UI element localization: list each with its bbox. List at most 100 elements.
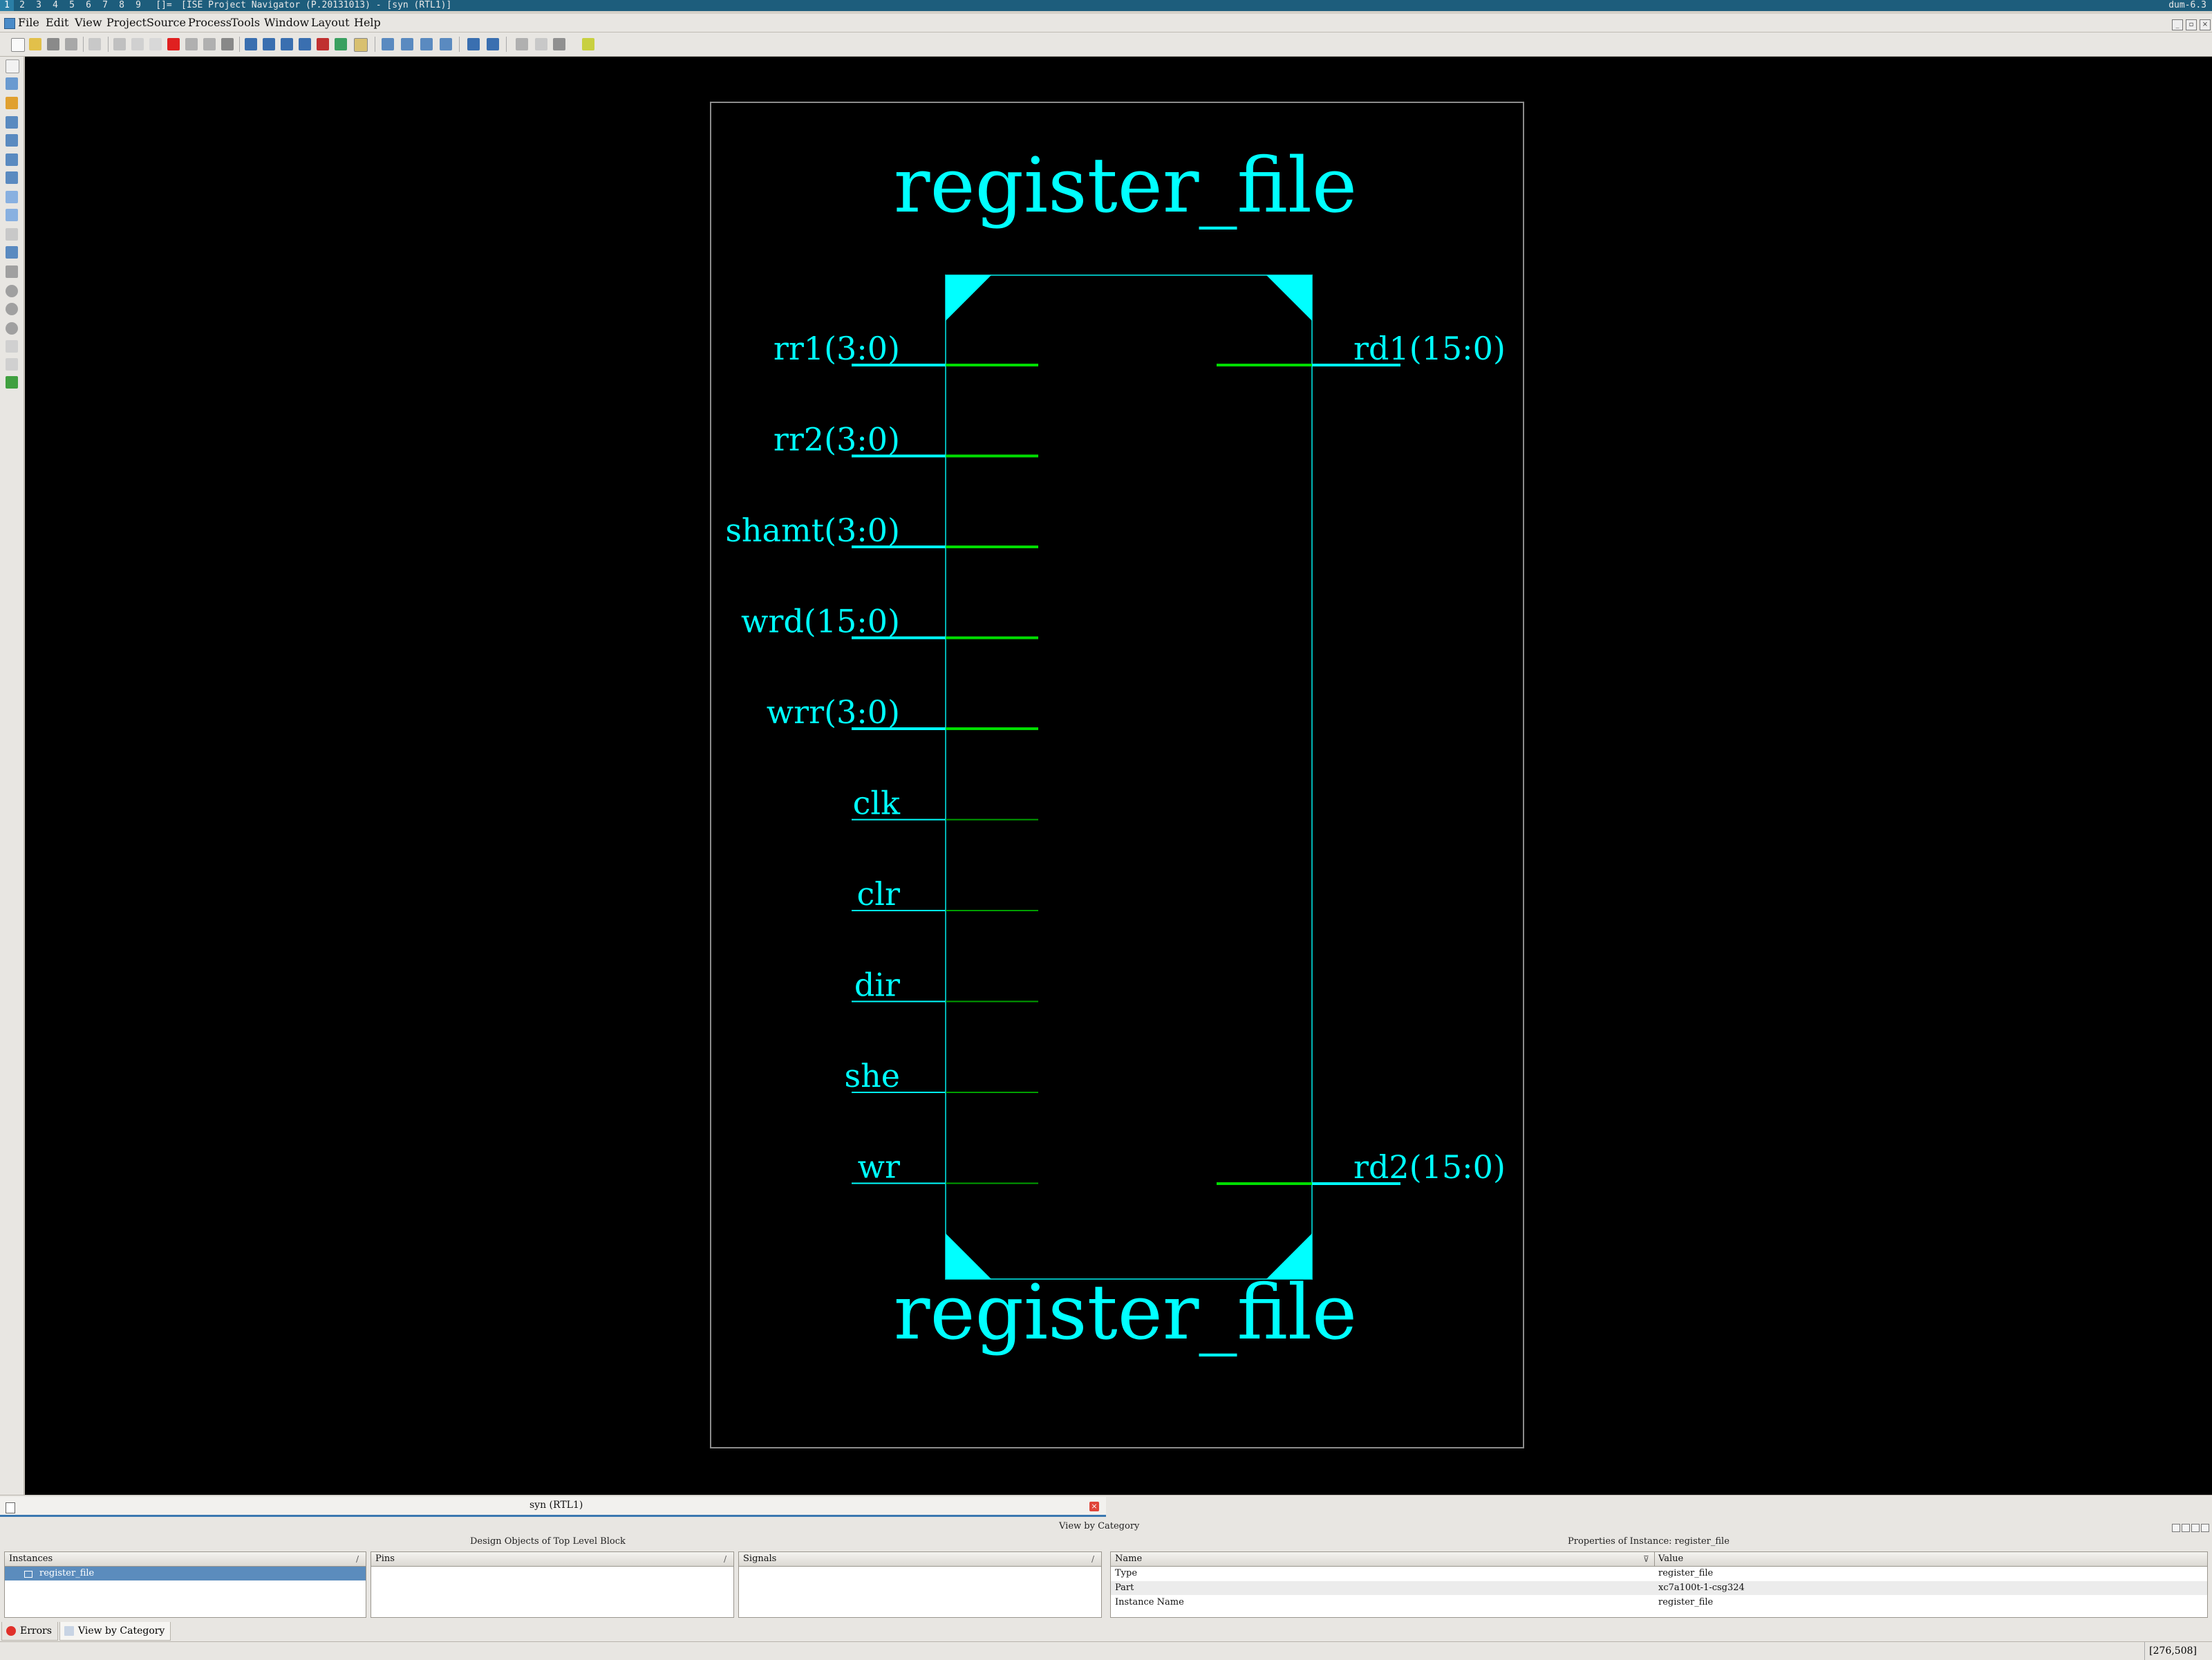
sort-icon[interactable]: / [724,1552,727,1566]
sort-icon[interactable]: ⊽ [1643,1552,1649,1566]
instances-list[interactable]: Instances / register_file [4,1551,366,1618]
tools-icon[interactable] [553,38,565,50]
panel-close-icon[interactable] [2201,1524,2209,1532]
add-wire-icon[interactable] [6,77,18,90]
pointer-icon[interactable] [6,59,19,73]
restore-icon[interactable]: ▫ [2186,19,2197,30]
workspace-3[interactable]: 3 [32,0,46,11]
table-row[interactable]: Instance Name register_file [1111,1596,2207,1610]
add-symbol-icon[interactable] [6,153,18,166]
layout-indicator[interactable]: []= [152,0,176,11]
sort-icon[interactable]: / [356,1552,359,1566]
panel-float-icon[interactable] [2172,1524,2180,1532]
workspace-7[interactable]: 7 [98,0,112,11]
minimize-icon[interactable]: _ [2172,19,2183,30]
redo-icon[interactable] [203,38,216,50]
back-icon[interactable] [6,285,18,297]
close-icon[interactable]: × [1089,1502,1099,1511]
add-bus-icon[interactable] [6,116,18,129]
pins-list[interactable]: Pins / [371,1551,734,1618]
add-instance-icon[interactable] [6,171,18,184]
table-row[interactable]: Part xc7a100t-1-csg324 [1111,1581,2207,1596]
workspace-9[interactable]: 9 [131,0,145,11]
input-pin[interactable]: rr1(3:0) [774,330,1038,367]
close-window-icon[interactable]: × [2200,19,2211,30]
menu-help[interactable]: Help [354,14,381,32]
refresh-view-icon[interactable] [440,38,452,50]
copy-icon[interactable] [131,38,144,50]
collapse-icon[interactable] [6,209,18,221]
add-io-icon[interactable] [6,134,18,147]
zoom-fit-icon[interactable] [335,38,347,50]
stop-icon[interactable] [535,38,547,50]
workspace-2[interactable]: 2 [15,0,29,11]
add-net-icon[interactable] [6,97,18,109]
workspace-1[interactable]: 1 [0,0,14,11]
output-pin[interactable]: rd2(15:0) [1217,1148,1506,1186]
workspace-4[interactable]: 4 [48,0,62,11]
lightbulb-icon[interactable] [582,38,594,50]
value-column-header[interactable]: Value [1658,1552,1683,1566]
sort-icon[interactable]: / [1091,1552,1094,1566]
more-icon[interactable] [221,38,234,50]
expand-icon[interactable] [6,191,18,203]
find-icon[interactable] [245,38,257,50]
input-pin[interactable]: wrd(15:0) [741,603,1038,640]
print-icon[interactable] [88,38,101,50]
input-pin[interactable]: she [845,1057,1038,1094]
input-pin[interactable]: rr2(3:0) [774,421,1038,458]
hierarchy-icon[interactable] [6,265,18,278]
menu-process[interactable]: Process [188,14,232,32]
properties-table[interactable]: Name ⊽ Value Type register_file Part xc7… [1110,1551,2208,1618]
menu-view[interactable]: View [75,14,102,32]
table-row[interactable]: Type register_file [1111,1567,2207,1581]
panel-restore-icon[interactable] [2191,1524,2200,1532]
name-column-header[interactable]: Name [1115,1554,1142,1564]
cut-icon[interactable] [113,38,126,50]
help-icon[interactable] [487,38,499,50]
delete-icon[interactable] [167,38,180,50]
rtl-schematic[interactable]: register_file register_file rr1(3:0) rr2(… [25,57,2212,1495]
menu-tools[interactable]: Tools [231,14,260,32]
panel-maximize-icon[interactable] [2182,1524,2190,1532]
add-text-icon[interactable] [6,228,18,241]
properties-icon[interactable] [467,38,480,50]
signals-header[interactable]: Signals / [739,1552,1101,1567]
lock-icon[interactable] [6,358,18,371]
input-pin[interactable]: shamt(3:0) [725,512,1038,549]
menu-layout[interactable]: Layout [311,14,350,32]
pins-header[interactable]: Pins / [371,1552,733,1567]
list-item[interactable]: register_file [5,1567,366,1580]
workspace-6[interactable]: 6 [82,0,95,11]
select-mode-icon[interactable] [354,38,368,52]
workspace-5[interactable]: 5 [65,0,79,11]
schematic-view-icon[interactable] [382,38,394,50]
register-file-block[interactable] [945,274,1313,1280]
paste-icon[interactable] [149,38,162,50]
zoom-in-icon[interactable] [281,38,293,50]
add-label-icon[interactable] [6,246,18,259]
new-file-icon[interactable] [11,38,25,52]
signals-list[interactable]: Signals / [738,1551,1102,1618]
workspace-8[interactable]: 8 [115,0,129,11]
menu-project[interactable]: Project [106,14,147,32]
input-pin[interactable]: wrr(3:0) [767,693,1038,731]
menu-window[interactable]: Window [264,14,309,32]
zoom-area-icon[interactable] [317,38,329,50]
cascade-view-icon[interactable] [420,38,433,50]
filter-icon[interactable] [6,340,18,353]
save-icon[interactable] [47,38,59,50]
output-pin[interactable]: rd1(15:0) [1217,330,1506,367]
run-icon[interactable] [516,38,528,50]
check-icon[interactable] [6,376,18,389]
tab-errors[interactable]: Errors [1,1622,58,1641]
menu-source[interactable]: Source [147,14,186,32]
tile-view-icon[interactable] [401,38,413,50]
schematic-canvas[interactable]: register_file register_file rr1(3:0) rr2(… [25,57,2212,1495]
menu-file[interactable]: File [18,14,39,32]
save-all-icon[interactable] [65,38,77,50]
zoom-out-icon[interactable] [299,38,311,50]
menu-edit[interactable]: Edit [46,14,68,32]
up-icon[interactable] [6,322,18,335]
undo-icon[interactable] [185,38,198,50]
